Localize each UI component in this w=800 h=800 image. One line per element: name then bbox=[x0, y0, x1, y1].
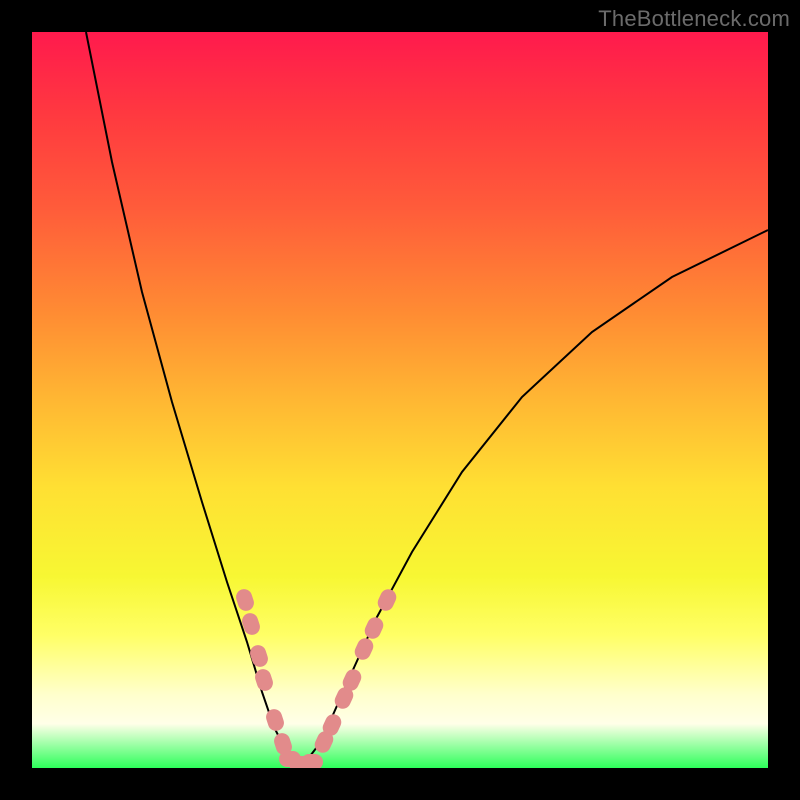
curve-layer bbox=[32, 32, 768, 768]
watermark-text: TheBottleneck.com bbox=[598, 6, 790, 32]
right-branch-curve bbox=[300, 230, 768, 766]
marker-dots bbox=[234, 587, 399, 768]
plot-area bbox=[32, 32, 768, 768]
left-branch-curve bbox=[86, 32, 300, 766]
outer-frame: TheBottleneck.com bbox=[0, 0, 800, 800]
